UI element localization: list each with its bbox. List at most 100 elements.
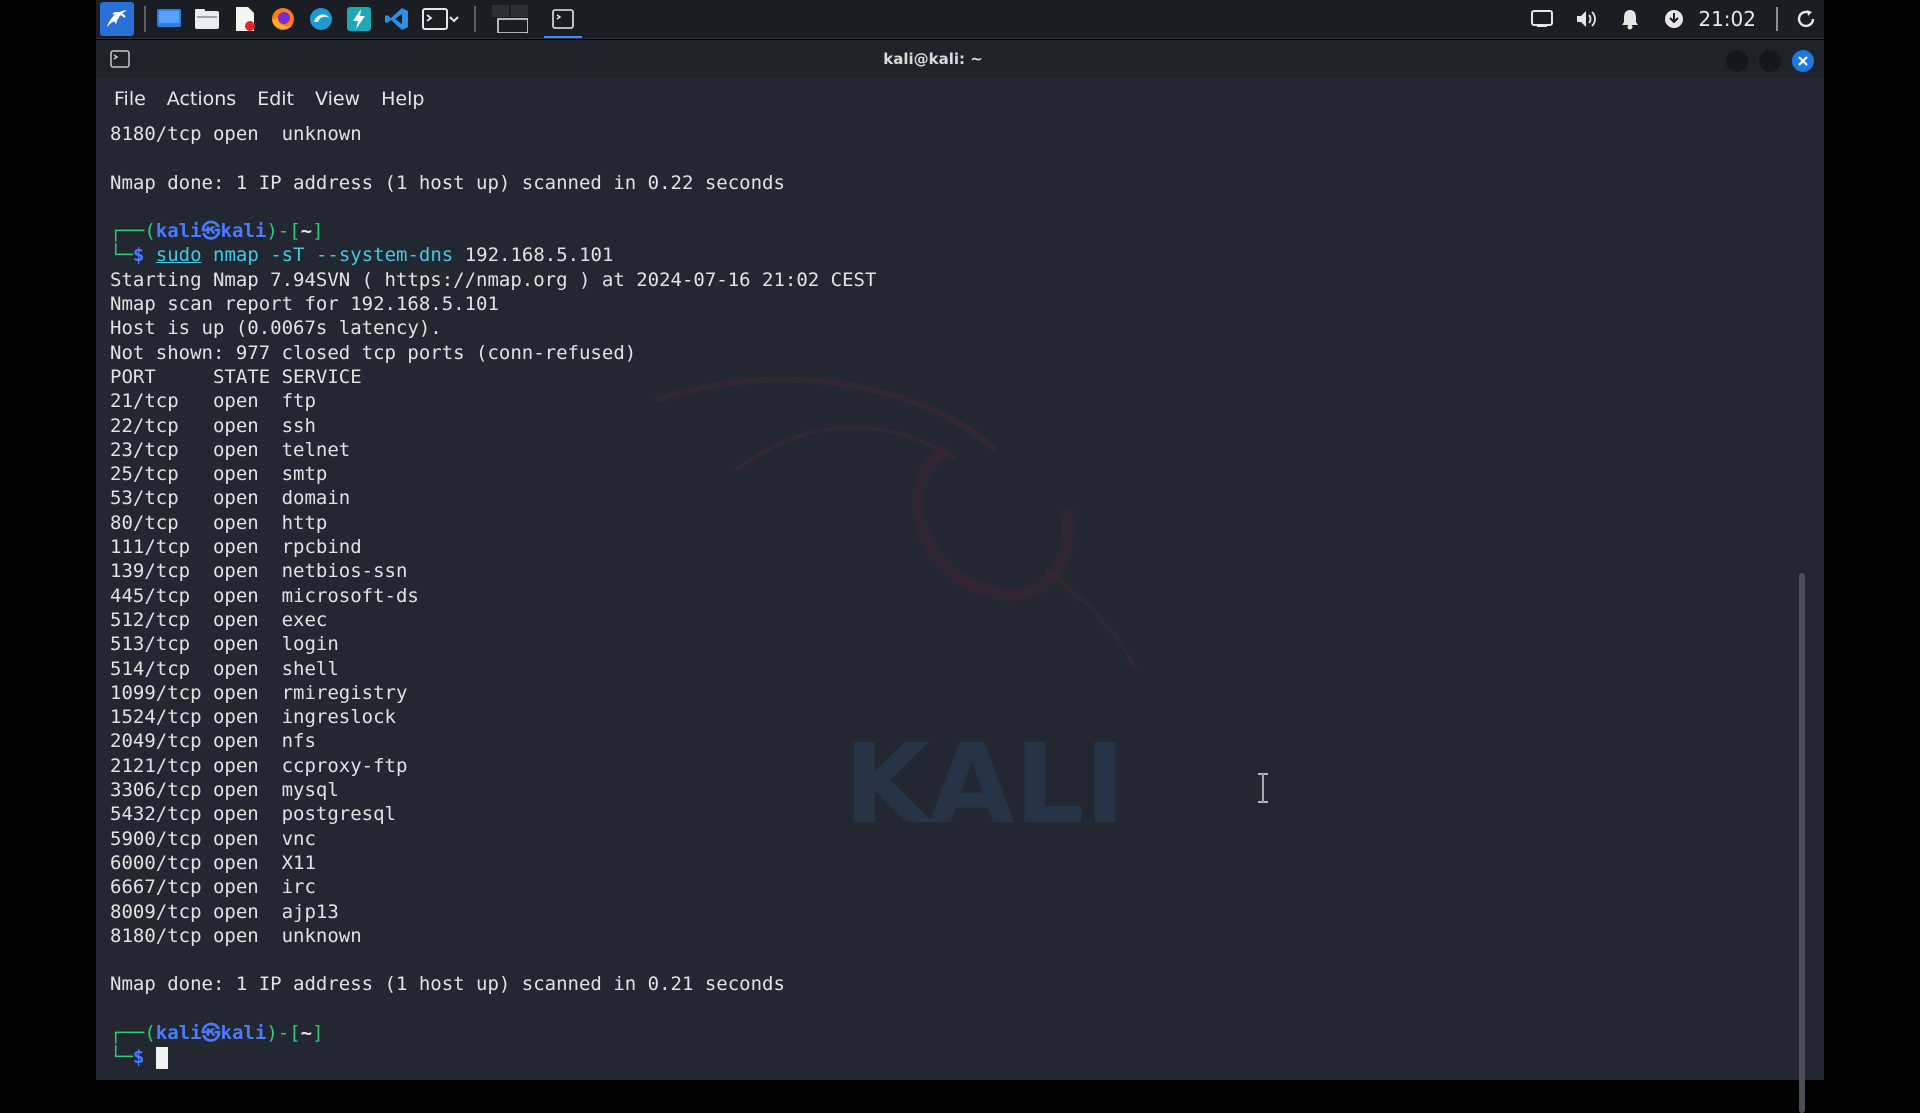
firefox-icon	[272, 8, 294, 30]
power-button[interactable]	[1788, 0, 1824, 38]
nmap-output: Starting Nmap 7.94SVN ( https://nmap.org…	[110, 268, 1790, 1021]
output-line: 3306/tcp open mysql	[110, 779, 339, 802]
kali-menu-button[interactable]	[100, 2, 134, 36]
screen-button[interactable]	[1524, 0, 1560, 38]
menu-help[interactable]: Help	[381, 88, 424, 110]
text-cursor	[155, 1046, 168, 1069]
output-line: 1099/tcp open rmiregistry	[110, 681, 408, 704]
output-line: Starting Nmap 7.94SVN ( https://nmap.org…	[110, 268, 877, 291]
menu-file[interactable]: File	[114, 88, 146, 110]
command-arg: 192.168.5.101	[464, 244, 614, 267]
terminal-output[interactable]: 8180/tcp open unknown Nmap done: 1 IP ad…	[110, 122, 1790, 1072]
output-line: 445/tcp open microsoft-ds	[110, 584, 419, 607]
scrollbar[interactable]	[1799, 573, 1805, 1113]
output-line: 111/tcp open rpcbind	[110, 536, 362, 559]
prompt-close: ]	[312, 1021, 324, 1044]
output-line: 8009/tcp open ajp13	[110, 900, 339, 923]
burpsuite-button[interactable]	[342, 2, 376, 36]
prompt-user: kali	[155, 220, 202, 243]
panel-separator	[474, 6, 476, 32]
prompt-frame-top: ┌──(	[110, 1021, 156, 1044]
menu-actions[interactable]: Actions	[167, 88, 236, 110]
volume-icon	[1577, 11, 1597, 27]
output-line: 5900/tcp open vnc	[110, 827, 316, 850]
panel-launchers	[100, 0, 588, 38]
command-line[interactable]: └─$	[110, 1045, 1790, 1069]
prompt-host: kali	[220, 1021, 267, 1044]
clock[interactable]: 21:02	[1698, 7, 1756, 31]
network-button[interactable]	[1656, 0, 1692, 38]
minimize-button[interactable]	[1726, 50, 1748, 72]
terminal-launcher-button[interactable]	[418, 2, 464, 36]
browser-icon	[310, 8, 332, 30]
output-line: Not shown: 977 closed tcp ports (conn-re…	[110, 341, 637, 364]
prompt-user: kali	[155, 1021, 202, 1044]
maximize-button[interactable]	[1759, 50, 1781, 72]
output-line: 513/tcp open login	[110, 633, 339, 656]
file-manager-button[interactable]	[190, 2, 224, 36]
output-line: 5432/tcp open postgresql	[110, 803, 396, 826]
output-line: Nmap done: 1 IP address (1 host up) scan…	[110, 973, 785, 996]
vscode-button[interactable]	[380, 2, 414, 36]
output-line: 80/tcp open http	[110, 511, 328, 534]
panel-tray: 21:02	[1516, 0, 1824, 38]
output-line: 22/tcp open ssh	[110, 414, 316, 437]
output-line: 2049/tcp open nfs	[110, 730, 316, 753]
prompt-dir: ~	[300, 220, 313, 243]
browser-button[interactable]	[304, 2, 338, 36]
text-editor-button[interactable]	[228, 2, 262, 36]
panel-separator	[144, 6, 146, 32]
text-editor-icon	[236, 7, 255, 31]
output-line: 21/tcp open ftp	[110, 390, 316, 413]
notifications-button[interactable]	[1612, 0, 1648, 38]
output-line: 512/tcp open exec	[110, 608, 328, 631]
prompt-host: kali	[220, 220, 267, 243]
chevron-down-icon[interactable]	[448, 14, 460, 24]
workspace-icon	[492, 5, 528, 33]
command-sudo: sudo	[155, 244, 202, 267]
close-button[interactable]	[1792, 50, 1814, 72]
prompt-close: ]	[312, 220, 324, 243]
ibeam-cursor-icon	[1258, 773, 1268, 803]
output-line: 8180/tcp open unknown	[110, 924, 362, 947]
desktop-button[interactable]	[152, 2, 186, 36]
taskbar-window-terminal[interactable]	[544, 2, 582, 38]
output-line: 1524/tcp open ingreslock	[110, 706, 396, 729]
output-line: Host is up (0.0067s latency).	[110, 317, 442, 340]
command-text: nmap -sT --system-dns	[213, 244, 454, 267]
output-line: 514/tcp open shell	[110, 657, 339, 680]
terminal-window-icon	[552, 9, 574, 29]
firefox-button[interactable]	[266, 2, 300, 36]
terminal-window: kali@kali: ~ File Actions Edit View Help…	[96, 40, 1824, 1113]
output-line: 8180/tcp open unknown	[110, 123, 362, 145]
menu-edit[interactable]: Edit	[257, 88, 294, 110]
workspace-switcher[interactable]	[482, 2, 538, 36]
window-titlebar[interactable]: kali@kali: ~	[96, 40, 1824, 78]
output-line: 6667/tcp open irc	[110, 876, 316, 899]
output-line: 2121/tcp open ccproxy-ftp	[110, 754, 408, 777]
close-icon	[1798, 56, 1808, 66]
screen-icon	[1531, 10, 1554, 27]
vscode-icon	[385, 8, 408, 30]
prompt-sep: )-[	[266, 220, 301, 243]
network-icon	[1665, 10, 1684, 28]
panel-separator	[1776, 7, 1778, 31]
prompt-dollar: $	[132, 1046, 145, 1069]
command-line: └─$ sudo nmap -sT --system-dns 192.168.5…	[110, 243, 1790, 267]
output-line: Nmap scan report for 192.168.5.101	[110, 293, 499, 316]
menu-view[interactable]: View	[315, 88, 360, 110]
prompt-frame-bottom: └─	[110, 1046, 133, 1069]
prompt-line: ┌──(kali㉿kali)-[~]	[110, 219, 1790, 243]
output-line: 53/tcp open domain	[110, 487, 351, 510]
kali-menu-icon	[107, 10, 127, 27]
volume-button[interactable]	[1568, 0, 1604, 38]
output-line: PORT STATE SERVICE	[110, 365, 362, 388]
output-line: Nmap done: 1 IP address (1 host up) scan…	[110, 171, 785, 194]
prompt-line: ┌──(kali㉿kali)-[~]	[110, 1021, 1790, 1045]
menu-bar: File Actions Edit View Help	[96, 78, 1842, 120]
output-line: 25/tcp open smtp	[110, 463, 328, 486]
file-manager-icon	[195, 9, 219, 29]
prompt-dir: ~	[300, 1021, 313, 1044]
